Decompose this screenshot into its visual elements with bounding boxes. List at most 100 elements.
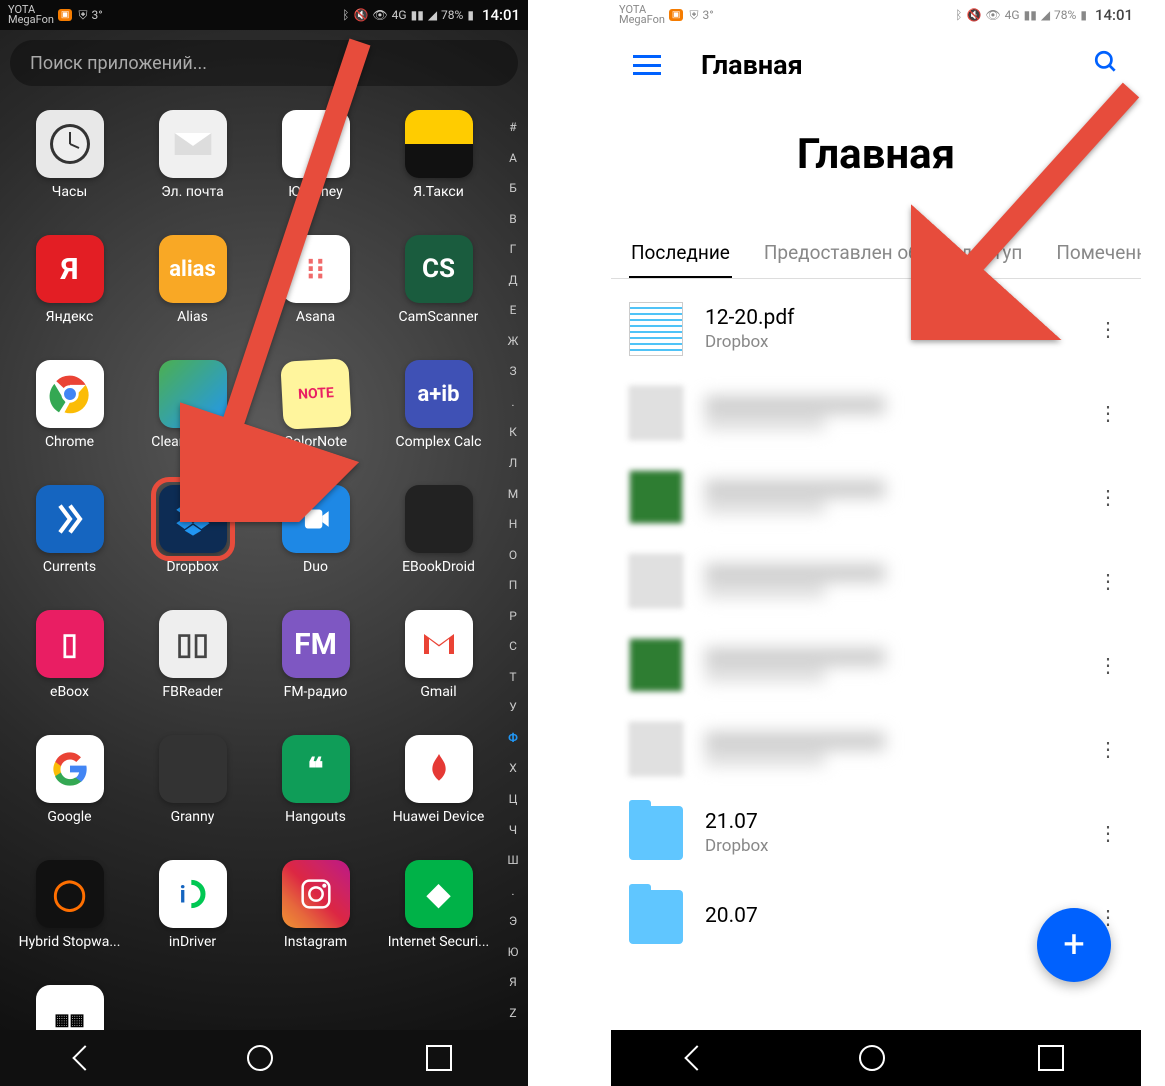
app-google[interactable]: Google <box>10 735 129 860</box>
index-letter[interactable]: С <box>504 639 522 653</box>
app-qr[interactable]: ▦▦ <box>10 985 129 1030</box>
app-yataxi[interactable]: Я.Такси <box>379 110 498 235</box>
app-fbreader[interactable]: ▯▯FBReader <box>133 610 252 735</box>
app-gmail[interactable]: Gmail <box>379 610 498 735</box>
file-menu-button[interactable]: ⋮ <box>1090 813 1123 853</box>
alpha-index[interactable]: # А Б В Г Д Е Ж З. К Л М Н О П Р С Т У Ф Х Ц Ч Ш. Э Ю Я Z <box>504 120 522 1020</box>
file-row[interactable]: ⋮ <box>611 371 1141 455</box>
index-letter[interactable]: Л <box>504 456 522 470</box>
index-letter[interactable]: П <box>504 578 522 592</box>
file-row[interactable]: ⋮ <box>611 623 1141 707</box>
app-internetsec[interactable]: ◆Internet Securi... <box>379 860 498 985</box>
app-hybrid[interactable]: ◯Hybrid Stopwa... <box>10 860 129 985</box>
app-granny[interactable]: Granny <box>133 735 252 860</box>
nav-home-button[interactable] <box>859 1045 885 1071</box>
app-mail[interactable]: Эл. почта <box>133 110 252 235</box>
index-letter[interactable]: К <box>504 425 522 439</box>
search-input[interactable]: Поиск приложений... <box>10 40 518 86</box>
index-letter[interactable]: Ш <box>504 853 522 867</box>
app-alias[interactable]: aliasAlias <box>133 235 252 360</box>
app-instagram[interactable]: Instagram <box>256 860 375 985</box>
app-complexcalc[interactable]: a+ibComplex Calc <box>379 360 498 485</box>
app-label: Instagram <box>284 934 347 950</box>
app-ebookdroid[interactable]: EBookDroid <box>379 485 498 610</box>
app-huawei[interactable]: Huawei Device <box>379 735 498 860</box>
nav-back-button[interactable] <box>684 1045 709 1070</box>
hybrid-icon: ◯ <box>36 860 104 928</box>
app-fmradio[interactable]: FMFM-радио <box>256 610 375 735</box>
index-letter[interactable]: Д <box>504 273 522 287</box>
index-letter[interactable]: # <box>504 120 522 134</box>
nav-back-button[interactable] <box>73 1045 98 1070</box>
file-menu-button[interactable]: ⋮ <box>1090 561 1123 601</box>
file-row[interactable]: 12-20.pdf Dropbox ⋮ <box>611 287 1141 371</box>
fab-add-button[interactable]: + <box>1037 908 1111 982</box>
index-letter[interactable]: Э <box>504 914 522 928</box>
index-letter[interactable]: Н <box>504 517 522 531</box>
file-menu-button[interactable]: ⋮ <box>1090 393 1123 433</box>
index-letter[interactable]: Ж <box>504 334 522 348</box>
index-letter[interactable]: Ч <box>504 823 522 837</box>
app-label: Часы <box>52 184 87 200</box>
file-row[interactable]: ⋮ <box>611 539 1141 623</box>
file-info: 21.07 Dropbox <box>705 810 1090 856</box>
file-location <box>705 584 825 598</box>
index-letter[interactable]: Е <box>504 303 522 317</box>
index-letter[interactable]: Т <box>504 670 522 684</box>
file-menu-button[interactable]: ⋮ <box>1090 477 1123 517</box>
index-letter[interactable]: З <box>504 364 522 378</box>
file-info <box>705 648 1090 682</box>
app-yandex[interactable]: ЯЯндекс <box>10 235 129 360</box>
index-letter[interactable]: Г <box>504 242 522 256</box>
index-letter[interactable]: О <box>504 548 522 562</box>
file-thumb <box>629 638 683 692</box>
index-letter[interactable]: Z <box>504 1006 522 1020</box>
file-row[interactable]: ⋮ <box>611 707 1141 791</box>
index-letter[interactable]: А <box>504 151 522 165</box>
search-button[interactable] <box>1093 49 1119 82</box>
file-thumb <box>629 890 683 944</box>
file-menu-button[interactable]: ⋮ <box>1090 645 1123 685</box>
app-dropbox[interactable]: Dropbox <box>133 485 252 610</box>
file-row[interactable]: 21.07 Dropbox ⋮ <box>611 791 1141 875</box>
nav-recent-button[interactable] <box>426 1045 452 1071</box>
app-asana[interactable]: ⁝⁝Asana <box>256 235 375 360</box>
tab-1[interactable]: Предоставлен общий доступ <box>762 229 1024 278</box>
nav-home-button[interactable] <box>247 1045 273 1071</box>
topbar-title: Главная <box>701 49 803 81</box>
app-hangouts[interactable]: ❝Hangouts <box>256 735 375 860</box>
index-letter[interactable]: М <box>504 487 522 501</box>
battery-label: 78% <box>1054 8 1076 22</box>
menu-button[interactable] <box>633 55 661 75</box>
tab-0[interactable]: Последние <box>629 229 732 279</box>
app-eboox[interactable]: ▯eBoox <box>10 610 129 735</box>
app-chrome[interactable]: Chrome <box>10 360 129 485</box>
app-yoomoney[interactable]: ЮMoney <box>256 110 375 235</box>
index-letter[interactable]: Х <box>504 761 522 775</box>
index-letter[interactable]: . <box>504 884 522 898</box>
file-menu-button[interactable]: ⋮ <box>1090 729 1123 769</box>
eye-icon: 👁 <box>372 8 387 22</box>
app-duo[interactable]: Duo <box>256 485 375 610</box>
dropbox-icon <box>159 485 227 553</box>
nav-recent-button[interactable] <box>1038 1045 1064 1071</box>
app-camscanner[interactable]: CSCamScanner <box>379 235 498 360</box>
index-letter[interactable]: Ц <box>504 792 522 806</box>
index-letter[interactable]: Б <box>504 181 522 195</box>
temp-label: 3° <box>91 8 102 22</box>
index-letter[interactable]: Я <box>504 975 522 989</box>
tab-2[interactable]: Помеченные <box>1054 229 1141 278</box>
index-letter[interactable]: Р <box>504 609 522 623</box>
index-letter[interactable]: Ф <box>504 731 522 745</box>
app-clock[interactable]: Часы <box>10 110 129 235</box>
index-letter[interactable]: В <box>504 212 522 226</box>
file-menu-button[interactable]: ⋮ <box>1090 309 1123 349</box>
app-cleanmaster[interactable]: Clean Master <box>133 360 252 485</box>
app-currents[interactable]: Currents <box>10 485 129 610</box>
app-indriver[interactable]: iinDriver <box>133 860 252 985</box>
index-letter[interactable]: . <box>504 395 522 409</box>
index-letter[interactable]: Ю <box>504 945 522 959</box>
index-letter[interactable]: У <box>504 700 522 714</box>
app-colornote[interactable]: NOTEColorNote <box>256 360 375 485</box>
file-row[interactable]: ⋮ <box>611 455 1141 539</box>
